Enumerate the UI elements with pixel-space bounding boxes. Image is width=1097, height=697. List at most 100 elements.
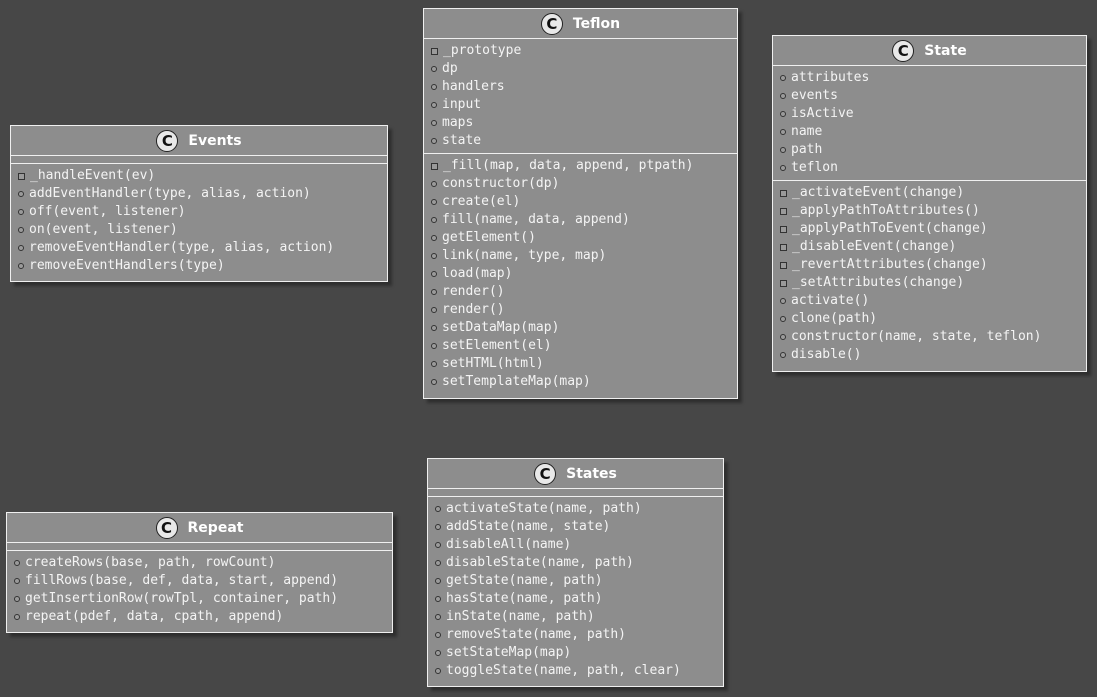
public-circle-icon	[431, 199, 437, 205]
method-label: repeat(pdef, data, cpath, append)	[25, 609, 284, 624]
method-row: setDataMap(map)	[424, 319, 737, 337]
public-circle-icon	[18, 227, 24, 233]
public-circle-icon	[780, 147, 786, 153]
attribute-row: _prototype	[424, 42, 737, 60]
method-label: _setAttributes(change)	[792, 275, 965, 290]
method-label: constructor(name, state, teflon)	[791, 329, 1042, 344]
method-row: hasState(name, path)	[428, 590, 723, 608]
attribute-row: teflon	[773, 159, 1086, 177]
public-circle-icon	[431, 307, 437, 313]
attribute-row: state	[424, 132, 737, 150]
class-header: C States	[428, 459, 723, 489]
public-circle-icon	[780, 93, 786, 99]
public-circle-icon	[431, 217, 437, 223]
attribute-label: dp	[442, 61, 458, 76]
class-c-icon: C	[892, 39, 915, 62]
method-row: setElement(el)	[424, 337, 737, 355]
public-circle-icon	[435, 632, 441, 638]
method-label: off(event, listener)	[29, 204, 186, 219]
class-states[interactable]: C States activateState(name, path) addSta…	[427, 458, 724, 687]
method-label: createRows(base, path, rowCount)	[25, 555, 276, 570]
public-circle-icon	[431, 379, 437, 385]
private-square-icon	[431, 47, 438, 55]
method-label: setStateMap(map)	[446, 645, 572, 660]
class-title: Events	[188, 132, 242, 149]
class-c-icon: C	[534, 462, 557, 485]
attributes-section: attributes events isActive name path teflon	[773, 66, 1086, 181]
class-events[interactable]: C Events _handleEvent(ev) addEventHandler…	[10, 125, 388, 282]
method-row: _applyPathToAttributes()	[773, 202, 1086, 220]
method-row: link(name, type, map)	[424, 247, 737, 265]
public-circle-icon	[435, 650, 441, 656]
class-c-icon: C	[540, 12, 563, 35]
public-circle-icon	[431, 138, 437, 144]
attribute-row: input	[424, 96, 737, 114]
method-label: _activateEvent(change)	[792, 185, 965, 200]
method-row: toggleState(name, path, clear)	[428, 662, 723, 680]
attribute-label: handlers	[442, 79, 505, 94]
public-circle-icon	[780, 316, 786, 322]
class-teflon[interactable]: C Teflon _prototypedp handlers input maps st…	[423, 8, 738, 399]
public-circle-icon	[780, 352, 786, 358]
method-row: addState(name, state)	[428, 518, 723, 536]
public-circle-icon	[431, 289, 437, 295]
method-label: _fill(map, data, append, ptpath)	[443, 158, 694, 173]
public-circle-icon	[18, 191, 24, 197]
attribute-label: events	[791, 88, 838, 103]
attribute-label: attributes	[791, 70, 870, 85]
public-circle-icon	[431, 102, 437, 108]
method-label: removeEventHandlers(type)	[29, 258, 225, 273]
public-circle-icon	[14, 560, 20, 566]
method-row: constructor(name, state, teflon)	[773, 328, 1086, 346]
attribute-row: maps	[424, 114, 737, 132]
public-circle-icon	[14, 578, 20, 584]
method-row: repeat(pdef, data, cpath, append)	[7, 608, 392, 626]
method-row: disable()	[773, 346, 1086, 364]
public-circle-icon	[431, 253, 437, 259]
method-row: setTemplateMap(map)	[424, 373, 737, 391]
method-label: _applyPathToEvent(change)	[792, 221, 988, 236]
method-label: getInsertionRow(rowTpl, container, path)	[25, 591, 339, 606]
public-circle-icon	[435, 506, 441, 512]
method-row: _fill(map, data, append, ptpath)	[424, 157, 737, 175]
attribute-label: input	[442, 97, 482, 112]
method-row: activate()	[773, 292, 1086, 310]
attribute-row: attributes	[773, 69, 1086, 87]
public-circle-icon	[14, 614, 20, 620]
method-row: render()	[424, 301, 737, 319]
class-title: Repeat	[187, 519, 244, 536]
method-row: createRows(base, path, rowCount)	[7, 554, 392, 572]
method-label: create(el)	[442, 194, 521, 209]
public-circle-icon	[431, 343, 437, 349]
private-square-icon	[780, 243, 787, 251]
public-circle-icon	[431, 181, 437, 187]
public-circle-icon	[780, 111, 786, 117]
method-label: setTemplateMap(map)	[442, 374, 591, 389]
method-label: activateState(name, path)	[446, 501, 642, 516]
method-row: activateState(name, path)	[428, 500, 723, 518]
public-circle-icon	[780, 75, 786, 81]
class-repeat[interactable]: C Repeat createRows(base, path, rowCount…	[6, 512, 393, 633]
method-label: activate()	[791, 293, 870, 308]
class-title: State	[924, 42, 967, 59]
method-label: _applyPathToAttributes()	[792, 203, 980, 218]
public-circle-icon	[435, 668, 441, 674]
public-circle-icon	[780, 129, 786, 135]
class-title: Teflon	[572, 15, 621, 32]
method-label: render()	[442, 302, 505, 317]
method-label: getElement()	[442, 230, 536, 245]
method-label: _revertAttributes(change)	[792, 257, 988, 272]
public-circle-icon	[431, 271, 437, 277]
attribute-label: path	[791, 142, 823, 157]
method-row: off(event, listener)	[11, 203, 387, 221]
class-state[interactable]: C State attributes events isActive name path…	[772, 35, 1087, 372]
attribute-label: _prototype	[443, 43, 522, 58]
method-row: on(event, listener)	[11, 221, 387, 239]
public-circle-icon	[18, 245, 24, 251]
method-row: setHTML(html)	[424, 355, 737, 373]
public-circle-icon	[431, 84, 437, 90]
methods-section: _handleEvent(ev) addEventHandler(type, al…	[11, 164, 387, 278]
private-square-icon	[780, 225, 787, 233]
method-label: _handleEvent(ev)	[30, 168, 156, 183]
methods-section: _fill(map, data, append, ptpath) construc…	[424, 154, 737, 394]
